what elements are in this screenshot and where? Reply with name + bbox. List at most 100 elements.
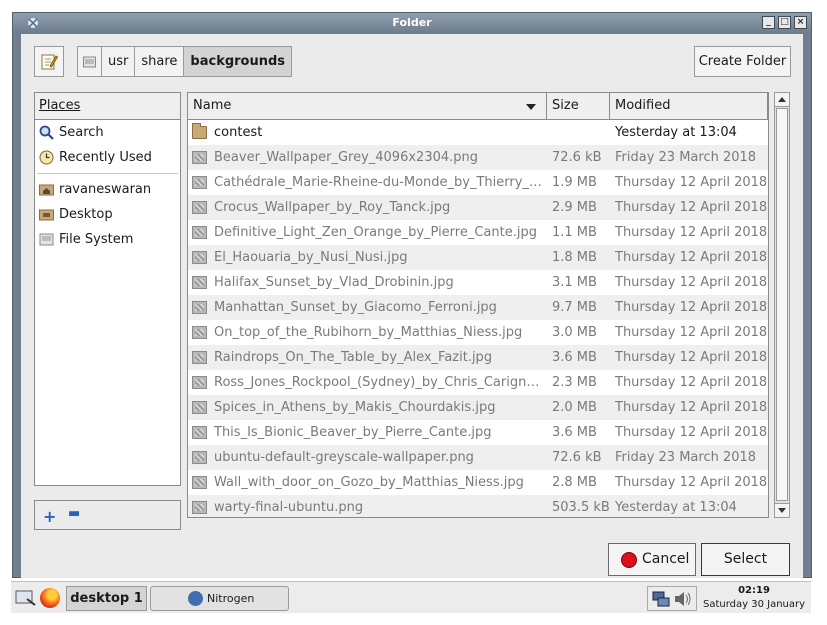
type-location-button[interactable]: [34, 46, 64, 77]
clock-time[interactable]: 02:19: [701, 584, 807, 597]
file-row[interactable]: El_Haouaria_by_Nusi_Nusi.jpg 1.8 MB Thursd…: [188, 245, 768, 270]
clock-icon: [39, 150, 54, 165]
place-label: ravaneswaran: [59, 182, 152, 197]
file-row[interactable]: Halifax_Sunset_by_Vlad_Drobinin.jpg 3.1 M…: [188, 270, 768, 295]
desktop-switcher[interactable]: desktop 1: [66, 586, 147, 611]
taskbar: desktop 1 Nitrogen 02:19 Saturday 30 Jan…: [11, 581, 811, 613]
file-row[interactable]: warty-final-ubuntu.png 503.5 kB Yesterday …: [188, 495, 768, 517]
clock-date: Saturday 30 January: [702, 599, 806, 610]
file-row[interactable]: On_top_of_the_Rubihorn_by_Matthias_Niess…: [188, 320, 768, 345]
file-name: On_top_of_the_Rubihorn_by_Matthias_Niess…: [214, 325, 523, 340]
cancel-label: Cancel: [642, 551, 690, 567]
file-name: Beaver_Wallpaper_Grey_4096x2304.png: [214, 150, 479, 165]
remove-bookmark-icon[interactable]: ▬: [68, 506, 80, 521]
minimize-button[interactable]: _: [762, 16, 775, 29]
image-file-icon: [192, 451, 207, 464]
create-folder-button[interactable]: Create Folder: [694, 46, 791, 77]
desktop-folder-icon: [39, 209, 54, 221]
path-segment-backgrounds[interactable]: backgrounds: [183, 46, 293, 77]
network-icon[interactable]: [652, 591, 670, 607]
file-name-cell: Raindrops_On_The_Table_by_Alex_Fazit.jpg: [188, 345, 547, 370]
image-file-icon: [192, 201, 207, 214]
file-size: 3.6 MB: [547, 345, 610, 370]
place-search[interactable]: Search: [35, 120, 180, 145]
column-header-size[interactable]: Size: [547, 93, 610, 119]
file-name: Raindrops_On_The_Table_by_Alex_Fazit.jpg: [214, 350, 493, 365]
file-name-cell: El_Haouaria_by_Nusi_Nusi.jpg: [188, 245, 547, 270]
file-name-cell: Definitive_Light_Zen_Orange_by_Pierre_Ca…: [188, 220, 547, 245]
file-list-scrollbar[interactable]: [774, 92, 790, 518]
system-tray: [647, 586, 697, 611]
file-size: [547, 120, 610, 145]
file-row[interactable]: Cathédrale_Marie-Rheine-du-Monde_by_Thie…: [188, 170, 768, 195]
cancel-button[interactable]: Cancel: [608, 543, 696, 576]
file-modified: Thursday 12 April 2018: [615, 175, 768, 190]
file-size: 2.9 MB: [547, 195, 610, 220]
scroll-up-arrow-icon[interactable]: [775, 93, 789, 107]
file-name: This_Is_Bionic_Beaver_by_Pierre_Cante.jp…: [214, 425, 492, 440]
file-row[interactable]: contest Yesterday at 13:04: [188, 120, 768, 145]
file-name: Definitive_Light_Zen_Orange_by_Pierre_Ca…: [214, 225, 537, 240]
file-name-cell: contest: [188, 120, 547, 145]
place-home[interactable]: ravaneswaran: [35, 177, 180, 202]
file-row[interactable]: Ross_Jones_Rockpool_(Sydney)_by_Chris_Ca…: [188, 370, 768, 395]
places-toolbar: + ▬: [34, 500, 181, 530]
file-modified: Thursday 12 April 2018: [615, 350, 768, 365]
places-header[interactable]: Places: [35, 93, 180, 120]
scroll-thumb[interactable]: [776, 108, 788, 501]
places-pane: Places Search Recently Used ravaneswaran…: [34, 92, 181, 486]
file-modified: Friday 23 March 2018: [615, 150, 757, 165]
place-desktop[interactable]: Desktop: [35, 202, 180, 227]
file-row[interactable]: Definitive_Light_Zen_Orange_by_Pierre_Ca…: [188, 220, 768, 245]
scroll-down-arrow-icon[interactable]: [775, 503, 789, 517]
file-row[interactable]: Manhattan_Sunset_by_Giacomo_Ferroni.jpg 9…: [188, 295, 768, 320]
stop-icon: [621, 552, 637, 568]
column-header-name[interactable]: Name: [188, 93, 547, 119]
image-file-icon: [192, 401, 207, 414]
path-segment-usr[interactable]: usr: [101, 46, 136, 77]
firefox-icon[interactable]: [40, 588, 60, 608]
file-modified: Thursday 12 April 2018: [615, 400, 768, 415]
file-name-cell: Ross_Jones_Rockpool_(Sydney)_by_Chris_Ca…: [188, 370, 547, 395]
file-modified: Yesterday at 13:04: [615, 500, 737, 515]
file-name: Wall_with_door_on_Gozo_by_Matthias_Niess…: [214, 475, 524, 490]
file-row[interactable]: ubuntu-default-greyscale-wallpaper.png 72…: [188, 445, 768, 470]
volume-icon[interactable]: [674, 591, 692, 607]
file-row[interactable]: Wall_with_door_on_Gozo_by_Matthias_Niess…: [188, 470, 768, 495]
titlebar[interactable]: Folder _ □ ×: [13, 13, 811, 33]
file-name: Halifax_Sunset_by_Vlad_Drobinin.jpg: [214, 275, 454, 290]
dialog-body: usr share backgrounds Create Folder Plac…: [21, 34, 803, 578]
image-file-icon: [192, 226, 207, 239]
drive-icon: [83, 56, 96, 68]
file-row[interactable]: Spices_in_Athens_by_Makis_Chourdakis.jpg…: [188, 395, 768, 420]
path-segment-share[interactable]: share: [134, 46, 185, 77]
file-name: Manhattan_Sunset_by_Giacomo_Ferroni.jpg: [214, 300, 497, 315]
place-file-system[interactable]: File System: [35, 227, 180, 252]
column-header-modified[interactable]: Modified: [610, 93, 768, 119]
image-file-icon: [192, 151, 207, 164]
file-size: 3.6 MB: [547, 420, 610, 445]
close-button[interactable]: ×: [794, 16, 807, 29]
file-row[interactable]: Beaver_Wallpaper_Grey_4096x2304.png 72.6 …: [188, 145, 768, 170]
menu-icon[interactable]: [15, 589, 37, 607]
select-button[interactable]: Select: [701, 543, 790, 576]
image-file-icon: [192, 501, 207, 514]
drive-icon: [39, 233, 54, 246]
path-root-button[interactable]: [77, 46, 102, 77]
place-recently-used[interactable]: Recently Used: [35, 145, 180, 170]
home-folder-icon: [39, 184, 54, 196]
maximize-button[interactable]: □: [778, 16, 791, 29]
add-bookmark-icon[interactable]: +: [43, 507, 56, 526]
file-size: 2.0 MB: [547, 395, 610, 420]
file-name: ubuntu-default-greyscale-wallpaper.png: [214, 450, 474, 465]
file-size: 3.0 MB: [547, 320, 610, 345]
file-row[interactable]: This_Is_Bionic_Beaver_by_Pierre_Cante.jp…: [188, 420, 768, 445]
file-name-cell: Spices_in_Athens_by_Makis_Chourdakis.jpg: [188, 395, 547, 420]
taskbar-app-nitrogen[interactable]: Nitrogen: [150, 586, 289, 611]
file-row[interactable]: Raindrops_On_The_Table_by_Alex_Fazit.jpg…: [188, 345, 768, 370]
file-rows: contest Yesterday at 13:04 Beaver_Wallpape…: [188, 120, 768, 517]
file-modified: Thursday 12 April 2018: [615, 375, 768, 390]
file-row[interactable]: Crocus_Wallpaper_by_Roy_Tanck.jpg 2.9 MB T…: [188, 195, 768, 220]
image-file-icon: [192, 426, 207, 439]
window-title: Folder: [392, 16, 432, 29]
